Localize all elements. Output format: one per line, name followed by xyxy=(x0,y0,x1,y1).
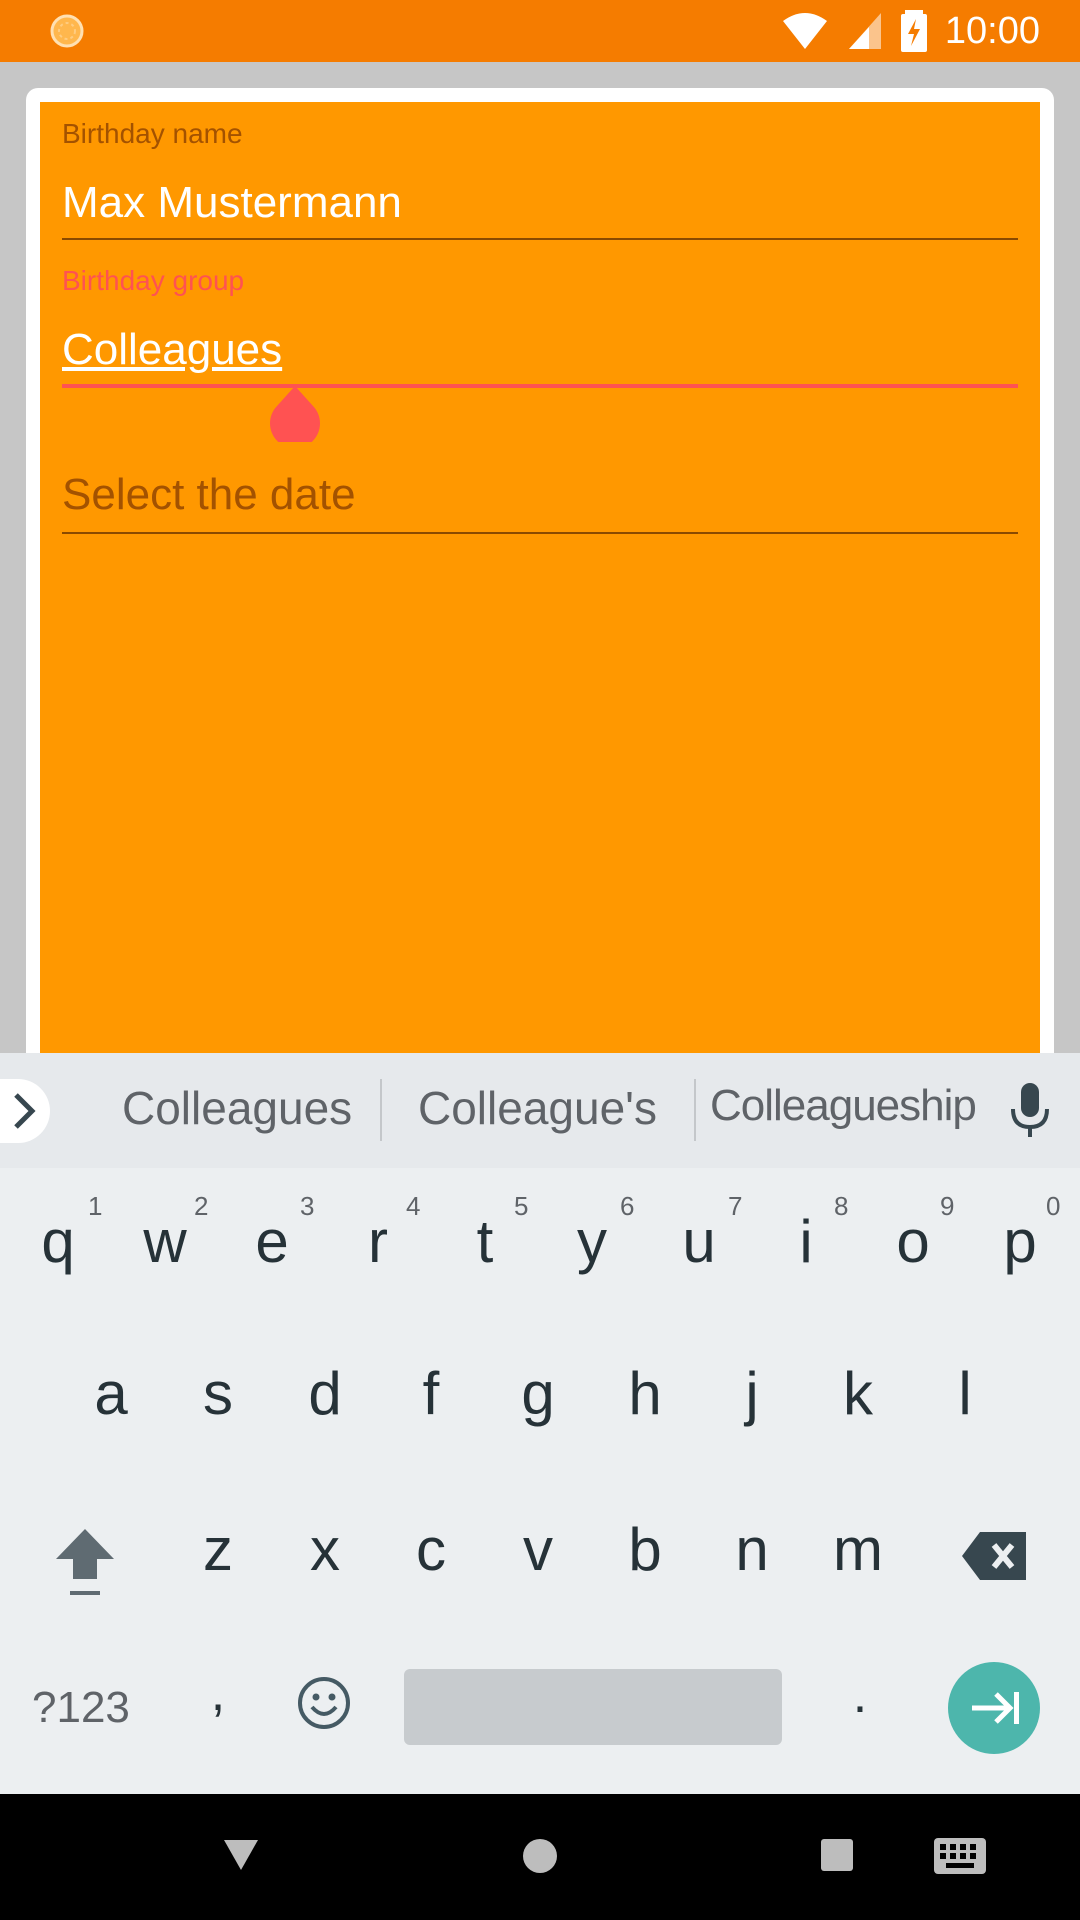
keyboard-switch-icon[interactable] xyxy=(934,1838,986,1874)
birthday-name-underline xyxy=(62,238,1018,240)
key-d[interactable]: d xyxy=(285,1359,365,1428)
key-w[interactable]: w xyxy=(125,1207,205,1276)
birthday-group-input[interactable]: Colleagues xyxy=(62,325,282,375)
expand-suggestions-button[interactable] xyxy=(0,1079,50,1143)
suggestion-bar: Colleagues Colleague's Colleagueship xyxy=(0,1053,1080,1168)
suggestion-divider xyxy=(694,1079,696,1141)
key-x[interactable]: x xyxy=(285,1515,365,1584)
key-q[interactable]: q xyxy=(18,1207,98,1276)
wifi-icon xyxy=(782,13,827,49)
key-e[interactable]: e xyxy=(232,1207,312,1276)
date-input[interactable]: Select the date xyxy=(62,470,356,520)
key-b[interactable]: b xyxy=(605,1515,685,1584)
key-f[interactable]: f xyxy=(391,1359,471,1428)
battery-charging-icon xyxy=(900,10,927,52)
key-c[interactable]: c xyxy=(391,1515,471,1584)
birthday-name-input[interactable]: Max Mustermann xyxy=(62,178,402,228)
shift-icon xyxy=(56,1529,114,1595)
key-g[interactable]: g xyxy=(498,1359,578,1428)
key-h[interactable]: h xyxy=(605,1359,685,1428)
suggestion-divider xyxy=(380,1079,382,1141)
clock: 10:00 xyxy=(944,9,1040,52)
text-cursor-handle[interactable] xyxy=(268,386,322,442)
suggestion-3[interactable]: Colleagueship xyxy=(710,1081,977,1131)
soft-keyboard: Colleagues Colleague's Colleagueship 1 q… xyxy=(0,1053,1080,1794)
key-z[interactable]: z xyxy=(178,1515,258,1584)
next-field-button[interactable] xyxy=(948,1662,1040,1754)
key-k[interactable]: k xyxy=(818,1359,898,1428)
key-n[interactable]: n xyxy=(712,1515,792,1584)
key-o[interactable]: o xyxy=(873,1207,953,1276)
status-bar: 10:00 xyxy=(0,0,1080,62)
key-y[interactable]: y xyxy=(552,1207,632,1276)
back-icon[interactable] xyxy=(222,1838,260,1872)
emoji-key[interactable] xyxy=(296,1675,352,1731)
key-r[interactable]: r xyxy=(338,1207,418,1276)
emoji-icon xyxy=(298,1677,350,1729)
key-l[interactable]: l xyxy=(925,1359,1005,1428)
date-underline xyxy=(62,532,1018,534)
birthday-group-label: Birthday group xyxy=(62,265,245,296)
key-i[interactable]: i xyxy=(766,1207,846,1276)
key-m[interactable]: m xyxy=(818,1515,898,1584)
microphone-icon[interactable] xyxy=(1010,1083,1050,1139)
key-period[interactable]: . xyxy=(820,1665,900,1725)
form-container xyxy=(40,102,1040,1062)
key-s[interactable]: s xyxy=(178,1359,258,1428)
key-a[interactable]: a xyxy=(71,1359,151,1428)
backspace-key[interactable] xyxy=(960,1528,1030,1584)
suggestion-2[interactable]: Colleague's xyxy=(418,1081,657,1135)
suggestion-1[interactable]: Colleagues xyxy=(122,1081,352,1135)
backspace-icon xyxy=(962,1532,1026,1580)
birthday-group-underline xyxy=(62,384,1018,388)
app-loading-icon xyxy=(50,14,84,48)
space-bar[interactable] xyxy=(404,1669,782,1745)
birthday-name-label: Birthday name xyxy=(62,118,243,149)
tab-next-icon xyxy=(972,1692,1019,1724)
key-v[interactable]: v xyxy=(498,1515,578,1584)
key-u[interactable]: u xyxy=(659,1207,739,1276)
key-p[interactable]: p xyxy=(980,1207,1060,1276)
home-icon[interactable] xyxy=(522,1838,558,1874)
recents-icon[interactable] xyxy=(820,1838,854,1872)
key-j[interactable]: j xyxy=(712,1359,792,1428)
cellular-icon xyxy=(848,13,881,49)
navigation-bar xyxy=(0,1794,1080,1920)
symbols-key[interactable]: ?123 xyxy=(32,1683,130,1733)
chevron-right-icon xyxy=(14,1093,36,1129)
shift-key[interactable] xyxy=(50,1523,120,1599)
key-t[interactable]: t xyxy=(445,1207,525,1276)
key-comma[interactable]: , xyxy=(178,1663,258,1723)
